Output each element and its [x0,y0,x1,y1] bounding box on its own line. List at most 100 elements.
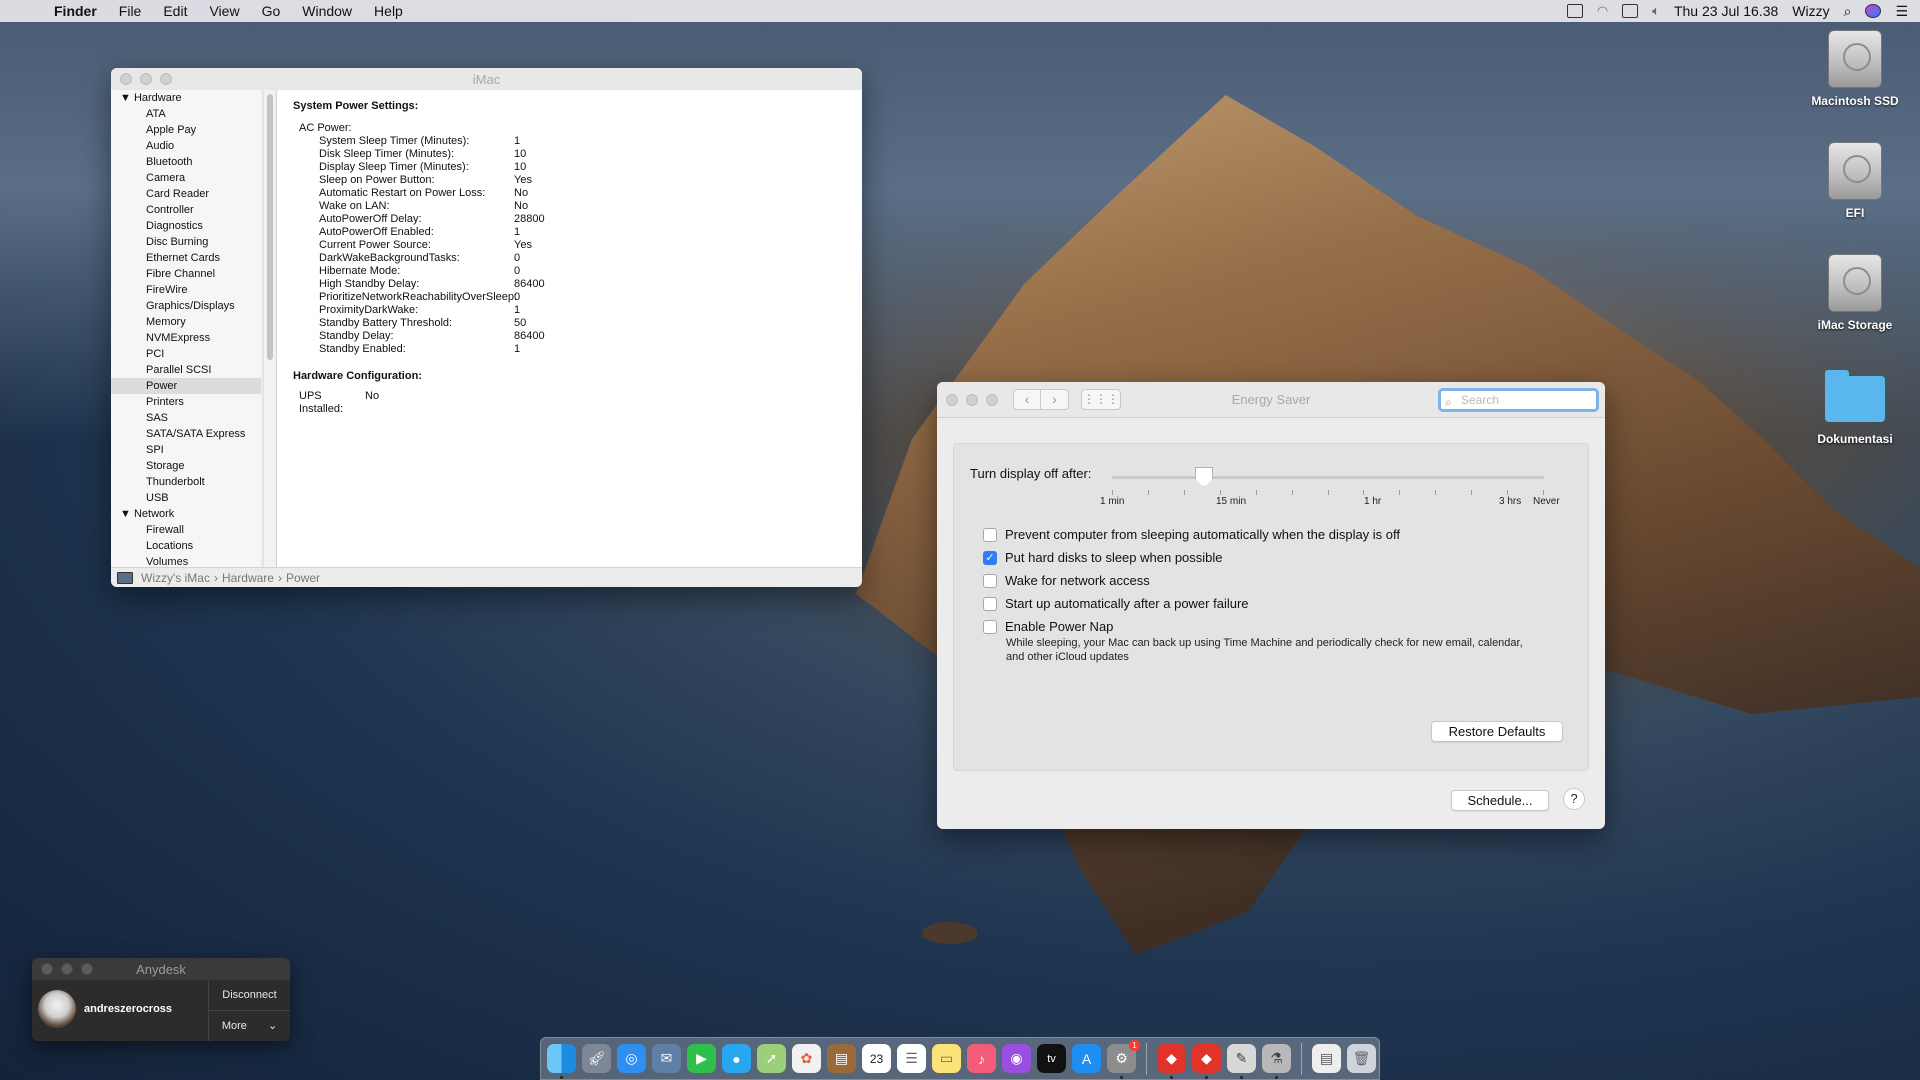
system-information-icon[interactable]: ⚗︎ [1262,1044,1291,1079]
sidebar-item[interactable]: Storage [111,458,261,474]
facetime-icon[interactable]: ▶︎ [687,1044,716,1073]
sidebar-group-network[interactable]: ▼ Network [111,506,261,522]
sidebar-item[interactable]: PCI [111,346,261,362]
messages-icon[interactable]: ● [722,1044,751,1073]
menu-app-name[interactable]: Finder [54,3,97,19]
menu-help[interactable]: Help [374,3,403,19]
anydesk-alt-icon[interactable]: ◆ [1192,1044,1221,1079]
zoom-button[interactable] [81,963,93,975]
contacts-icon[interactable]: ▤ [827,1044,856,1073]
forward-button[interactable]: › [1041,389,1069,410]
checkbox[interactable] [983,619,997,634]
sidebar-item[interactable]: Memory [111,314,261,330]
close-button[interactable] [946,393,958,406]
sidebar-item[interactable]: SATA/SATA Express [111,426,261,442]
display-off-slider-thumb[interactable] [1195,467,1213,487]
sidebar-item[interactable]: USB [111,490,261,506]
checkbox[interactable] [983,527,997,542]
minimize-button[interactable] [140,73,152,85]
menu-view[interactable]: View [209,3,239,19]
help-button[interactable]: ? [1563,788,1585,810]
sidebar-item[interactable]: Fibre Channel [111,266,261,282]
title-bar[interactable]: Anydesk [32,958,290,980]
sidebar-item[interactable]: Audio [111,138,261,154]
documents-stack-icon[interactable]: ▤ [1312,1044,1341,1073]
sidebar-item[interactable]: Camera [111,170,261,186]
calendar-icon[interactable]: 23 [862,1044,891,1073]
desktop-icon-macintosh-ssd[interactable]: Macintosh SSD [1800,30,1910,108]
preview-icon[interactable]: ✎ [1227,1044,1256,1079]
scrollbar-thumb[interactable] [267,94,273,360]
option-disk-sleep[interactable]: ✓ Put hard disks to sleep when possible [983,550,1223,565]
reminders-icon[interactable]: ☰ [897,1044,926,1073]
system-preferences-icon[interactable]: ⚙︎ 1 [1107,1040,1140,1079]
checkbox[interactable] [983,596,997,611]
podcasts-icon[interactable]: ◉ [1002,1044,1031,1073]
sidebar-item[interactable]: Controller [111,202,261,218]
disconnect-button[interactable]: Disconnect [209,980,290,1010]
sidebar-item[interactable]: Graphics/Displays [111,298,261,314]
safari-icon[interactable]: ◎ [617,1044,646,1073]
siri-icon[interactable] [1865,4,1882,18]
sidebar-item[interactable]: Disc Burning [111,234,261,250]
finder-icon[interactable] [547,1044,576,1079]
volume-icon[interactable]: 🔈︎ [1652,3,1660,19]
option-power-nap[interactable]: Enable Power Nap [983,619,1113,634]
photos-icon[interactable]: ✿ [792,1044,821,1073]
sidebar-item[interactable]: NVMExpress [111,330,261,346]
sidebar-item[interactable]: Parallel SCSI [111,362,261,378]
path-item[interactable]: Power [286,571,320,585]
checkbox-checked[interactable]: ✓ [983,550,997,565]
zoom-button[interactable] [160,73,172,85]
notification-center-icon[interactable]: ☰ [1895,3,1908,20]
trash-icon[interactable]: 🗑︎ [1347,1044,1376,1073]
more-button[interactable]: More ⌄ [209,1010,290,1040]
minimize-button[interactable] [966,393,978,406]
menu-window[interactable]: Window [302,3,352,19]
sidebar-item[interactable]: Diagnostics [111,218,261,234]
sidebar-item[interactable]: Locations [111,538,261,554]
spotlight-icon[interactable]: ⌕ [1844,3,1852,20]
disclosure-triangle-icon[interactable]: ▼ [120,508,131,520]
maps-icon[interactable]: ➚ [757,1044,786,1073]
path-item[interactable]: Hardware [222,571,274,585]
launchpad-icon[interactable]: 🚀︎ [582,1044,611,1073]
schedule-button[interactable]: Schedule... [1451,790,1549,811]
activity-monitor-icon[interactable] [1566,4,1583,18]
sidebar-item[interactable]: Printers [111,394,261,410]
sidebar-item[interactable]: Power [111,378,261,394]
menu-file[interactable]: File [119,3,142,19]
apple-tv-icon[interactable]: tv [1037,1044,1066,1073]
menu-edit[interactable]: Edit [163,3,187,19]
sidebar-item[interactable]: Ethernet Cards [111,250,261,266]
desktop-icon-imac-storage[interactable]: iMac Storage [1800,254,1910,332]
close-button[interactable] [120,73,132,85]
checkbox[interactable] [983,573,997,588]
app-store-icon[interactable]: A [1072,1044,1101,1073]
notes-icon[interactable]: ▭ [932,1044,961,1073]
music-icon[interactable]: ♪ [967,1044,996,1073]
anydesk-icon[interactable]: ◆ [1157,1044,1186,1079]
desktop-icon-dokumentasi[interactable]: Dokumentasi [1800,370,1910,446]
sidebar-item[interactable]: Bluetooth [111,154,261,170]
option-startup-after-failure[interactable]: Start up automatically after a power fai… [983,596,1249,611]
wifi-icon[interactable]: ◠ [1597,3,1608,19]
sidebar-item[interactable]: FireWire [111,282,261,298]
restore-defaults-button[interactable]: Restore Defaults [1431,721,1563,742]
menu-user[interactable]: Wizzy [1792,3,1829,19]
zoom-button[interactable] [986,393,998,406]
sidebar-item[interactable]: Apple Pay [111,122,261,138]
search-input[interactable]: ⌕ Search [1438,388,1599,412]
sidebar-item[interactable]: SPI [111,442,261,458]
title-bar[interactable]: iMac [111,68,862,90]
show-all-grid-icon[interactable]: ⋮⋮⋮ [1081,389,1121,410]
sidebar-item[interactable]: Firewall [111,522,261,538]
airplay-icon[interactable] [1622,4,1639,18]
sidebar-group-hardware[interactable]: ▼ Hardware [111,90,261,106]
sidebar-item[interactable]: Volumes [111,554,261,567]
option-prevent-sleep[interactable]: Prevent computer from sleeping automatic… [983,527,1400,542]
close-button[interactable] [41,963,53,975]
path-item[interactable]: Wizzy's iMac [141,571,210,585]
back-button[interactable]: ‹ [1013,389,1041,410]
menu-clock[interactable]: Thu 23 Jul 16.38 [1674,3,1778,19]
